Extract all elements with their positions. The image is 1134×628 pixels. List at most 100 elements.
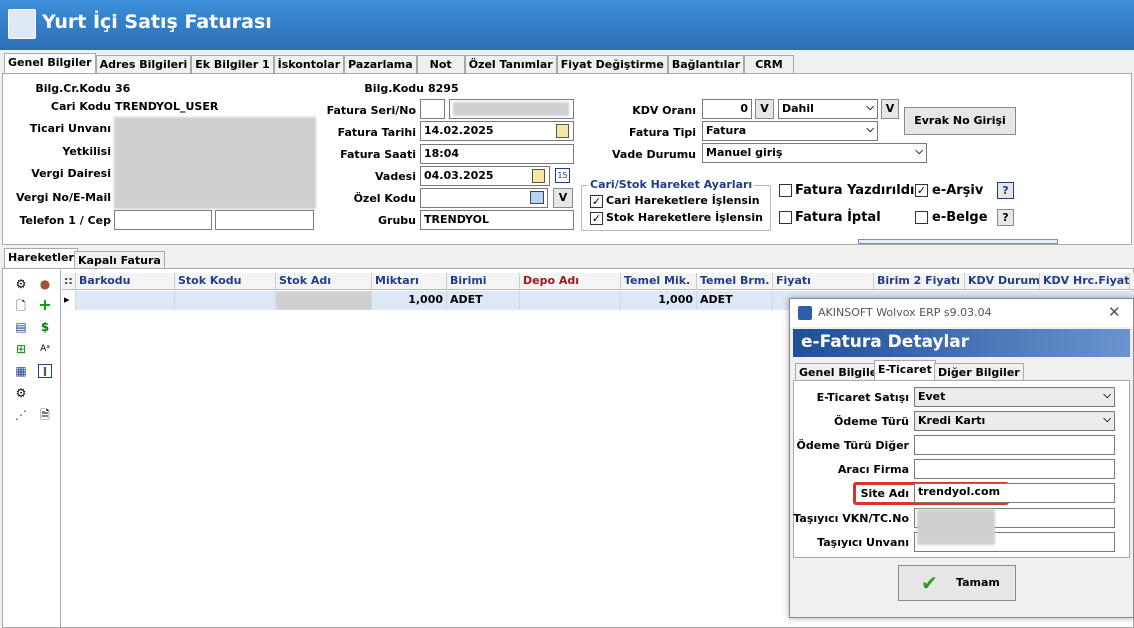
e-arsiv-checkbox[interactable]: ✓: [915, 184, 928, 197]
chevron-down-icon: ⌵: [866, 124, 874, 135]
evrak-no-girisi-button[interactable]: Evrak No Girişi: [904, 107, 1016, 135]
tab-kapali-fatura[interactable]: Kapalı Fatura: [74, 251, 165, 269]
chevron-down-icon: ⌵: [1103, 414, 1111, 425]
tab-crm[interactable]: CRM: [744, 55, 794, 73]
araci-firma-input[interactable]: [914, 459, 1115, 479]
col-kdv-hrc-fiyat[interactable]: KDV Hrc.Fiyat: [1040, 273, 1130, 289]
col-kdv-durumu[interactable]: KDV Durumu: [965, 273, 1040, 289]
cell-temel-brm[interactable]: ADET: [697, 291, 773, 310]
cep-input[interactable]: [215, 210, 314, 230]
grid-settings-icon[interactable]: ⚙: [14, 386, 28, 400]
dlg-tab-e-ticaret[interactable]: E-Ticaret: [874, 360, 936, 380]
filter-icon[interactable]: ●: [38, 277, 52, 291]
dlg-tab-diger-bilgiler[interactable]: Diğer Bilgiler: [934, 363, 1024, 381]
kdv-dahil-v-button[interactable]: V: [881, 99, 899, 119]
document-icon[interactable]: ▤: [14, 320, 28, 334]
cari-kodu-label: Cari Kodu: [50, 100, 111, 113]
new-document-icon[interactable]: 🗋: [14, 299, 28, 313]
pause-icon[interactable]: ‖: [38, 364, 52, 378]
cell-temel-mik[interactable]: 1,000: [621, 291, 697, 310]
close-icon[interactable]: ✕: [1108, 303, 1121, 321]
tab-not[interactable]: Not: [416, 55, 465, 73]
row-indicator: ▸: [62, 291, 76, 310]
cell-depo-adi[interactable]: [520, 291, 621, 310]
calendar-15-icon[interactable]: 15: [555, 168, 570, 183]
fatura-yazdirildi-checkbox[interactable]: [779, 184, 792, 197]
app-icon: [8, 9, 36, 39]
stok-hareket-label: Stok Hareketlere İşlensin: [606, 211, 763, 224]
ozel-kodu-input[interactable]: [420, 188, 548, 208]
stok-hareket-checkbox[interactable]: ✓: [590, 212, 603, 225]
tree-icon[interactable]: ⋰: [14, 408, 28, 422]
fatura-tipi-select[interactable]: Fatura ⌵: [702, 121, 878, 141]
e-arsiv-label: e-Arşiv: [932, 183, 984, 198]
tab-ozel-tanimlar[interactable]: Özel Tanımlar: [464, 55, 557, 73]
col-stok-adi[interactable]: Stok Adı: [276, 273, 372, 289]
telefon-label: Telefon 1 / Cep: [19, 214, 111, 227]
tamam-label: Tamam: [956, 576, 1000, 589]
check-icon: ✔: [921, 571, 938, 595]
e-belge-checkbox[interactable]: [915, 211, 928, 224]
cell-stok-adi[interactable]: [276, 291, 372, 310]
cell-miktari[interactable]: 1,000: [372, 291, 447, 310]
tab-pazarlama[interactable]: Pazarlama: [344, 55, 417, 73]
help-button[interactable]: ?: [997, 182, 1014, 199]
e-belge-label: e-Belge: [932, 210, 988, 225]
kdv-v-button[interactable]: V: [755, 99, 774, 119]
cell-birimi[interactable]: ADET: [447, 291, 520, 310]
add-row-icon[interactable]: ⊞: [14, 342, 28, 356]
site-adi-input[interactable]: trendyol.com: [914, 483, 1115, 503]
chevron-down-icon: ⌵: [915, 146, 923, 157]
calendar-icon[interactable]: [532, 169, 545, 183]
fatura-tarihi-input[interactable]: 14.02.2025: [420, 121, 574, 141]
col-barkodu[interactable]: Barkodu: [76, 273, 175, 289]
tab-fiyat-degistirme[interactable]: Fiyat Değiştirme: [556, 55, 668, 73]
add-icon[interactable]: +: [38, 297, 52, 313]
tab-iskontolar[interactable]: İskontolar: [273, 55, 345, 73]
col-depo-adi[interactable]: Depo Adı: [520, 273, 621, 289]
vadesi-input[interactable]: 04.03.2025: [420, 166, 550, 186]
telefon-1-input[interactable]: [114, 210, 212, 230]
col-temel-brm[interactable]: Temel Brm.: [697, 273, 773, 289]
col-fiyati[interactable]: Fiyatı: [773, 273, 874, 289]
tab-ek-bilgiler-1[interactable]: Ek Bilgiler 1: [191, 55, 274, 73]
bilg-kodu-value: 8295: [428, 82, 459, 95]
odeme-turu-diger-input[interactable]: [914, 435, 1115, 455]
vade-durumu-select[interactable]: Manuel giriş ⌵: [702, 143, 927, 163]
col-temel-mik[interactable]: Temel Mik.: [621, 273, 697, 289]
ozel-kodu-v-button[interactable]: V: [553, 188, 573, 208]
col-birim-2-fiyati[interactable]: Birim 2 Fiyatı: [874, 273, 965, 289]
odeme-turu-select[interactable]: Kredi Kartı ⌵: [914, 411, 1115, 431]
fatura-no-input[interactable]: [449, 99, 574, 119]
tab-genel-bilgiler[interactable]: Genel Bilgiler: [4, 53, 96, 73]
dollar-icon[interactable]: $: [38, 320, 52, 334]
tamam-button[interactable]: ✔ Tamam: [898, 565, 1016, 601]
cari-hareket-checkbox[interactable]: ✓: [590, 195, 603, 208]
tab-adres-bilgileri[interactable]: Adres Bilgileri: [95, 55, 192, 73]
settings-icon[interactable]: ⚙: [14, 277, 28, 291]
tab-hareketler[interactable]: Hareketler: [4, 248, 78, 268]
cell-stok-kodu[interactable]: [175, 291, 276, 310]
calendar-icon[interactable]: [556, 124, 569, 138]
col-birimi[interactable]: Birimi: [447, 273, 520, 289]
calculator-icon[interactable]: ▦: [14, 364, 28, 378]
eticaret-satisi-select[interactable]: Evet ⌵: [914, 387, 1115, 407]
help-button[interactable]: ?: [997, 209, 1014, 226]
splitter-handle[interactable]: [858, 239, 1058, 244]
col-miktari[interactable]: Miktarı: [372, 273, 447, 289]
sort-icon[interactable]: Aᵃ: [38, 342, 52, 356]
lookup-icon[interactable]: [530, 191, 544, 204]
kdv-orani-input[interactable]: 0: [702, 99, 752, 119]
tab-baglantilar[interactable]: Bağlantılar: [667, 55, 745, 73]
fatura-iptal-checkbox[interactable]: [779, 211, 792, 224]
seri-input[interactable]: [420, 99, 445, 119]
kdv-dahil-select[interactable]: Dahil ⌵: [778, 99, 878, 119]
col-stok-kodu[interactable]: Stok Kodu: [175, 273, 276, 289]
cari-hareket-label: Cari Hareketlere İşlensin: [606, 194, 760, 207]
fatura-saati-input[interactable]: 18:04: [420, 144, 574, 164]
bilg-kodu-label: Bilg.Kodu: [364, 82, 424, 95]
grubu-select[interactable]: TRENDYOL: [420, 210, 574, 230]
dlg-tab-genel-bilgiler[interactable]: Genel Bilgiler: [795, 363, 887, 381]
report-icon[interactable]: 🗎: [38, 408, 52, 422]
cell-barkodu[interactable]: [76, 291, 175, 310]
